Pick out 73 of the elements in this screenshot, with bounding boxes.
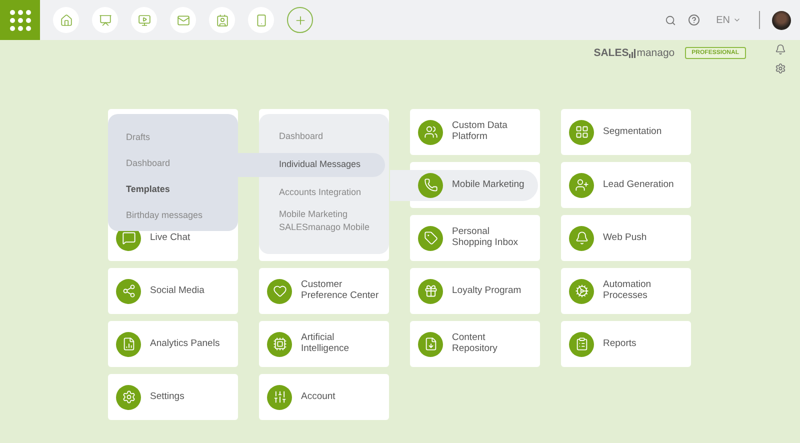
module-icon — [569, 172, 594, 198]
module-icon — [116, 384, 141, 410]
add-button[interactable] — [287, 7, 313, 33]
module-tile[interactable]: Social Media — [108, 268, 238, 314]
brand-name: SALES — [594, 47, 629, 59]
module-icon — [418, 332, 443, 356]
logo-bars-icon — [628, 48, 637, 58]
module-tile[interactable]: Artificial Intelligence — [259, 321, 389, 367]
home-icon — [60, 14, 72, 26]
module-tile[interactable]: Custom Data Platform — [410, 109, 540, 155]
notifications-icon[interactable] — [774, 44, 786, 55]
module-label: Analytics Panels — [150, 338, 220, 350]
module-label: Mobile Marketing — [452, 180, 524, 190]
submenu-item[interactable]: Individual Messages — [238, 153, 385, 177]
mail-icon — [176, 14, 190, 26]
nav-button[interactable] — [170, 7, 196, 33]
brand-name: manago — [636, 47, 675, 59]
module-label: Social Media — [150, 286, 204, 296]
module-tile[interactable]: Content Repository — [410, 321, 540, 367]
nav-button[interactable] — [248, 7, 274, 33]
module-icon — [418, 226, 443, 250]
module-label: Settings — [150, 392, 184, 402]
module-icon — [569, 332, 594, 356]
module-tile[interactable]: Account — [259, 374, 389, 420]
module-tile[interactable]: Automation Processes — [561, 268, 691, 314]
contact-card-icon — [216, 14, 228, 26]
caret-icon — [733, 16, 741, 24]
nav-button[interactable] — [92, 7, 118, 33]
user-avatar[interactable] — [772, 10, 791, 30]
plus-icon — [294, 14, 306, 26]
apps-menu-button[interactable] — [0, 0, 40, 40]
nav-button[interactable] — [131, 7, 157, 33]
module-tile[interactable]: Customer Preference Center — [259, 268, 389, 314]
settings-icon[interactable] — [774, 63, 786, 74]
nav-button[interactable] — [53, 7, 79, 33]
module-label: Lead Generation — [603, 180, 674, 190]
module-tile[interactable]: Segmentation — [561, 109, 691, 155]
module-icon — [267, 384, 292, 410]
help-icon[interactable] — [688, 14, 700, 26]
module-icon — [569, 120, 594, 144]
module-icon — [569, 226, 594, 250]
module-label: Customer Preference Center — [301, 280, 380, 302]
module-tile[interactable]: Personal Shopping Inbox — [410, 215, 540, 261]
module-label: Artificial Intelligence — [301, 333, 350, 355]
module-label: Segmentation — [603, 126, 662, 138]
module-tile[interactable]: Loyalty Program — [410, 268, 540, 314]
module-tile[interactable]: Analytics Panels — [108, 321, 238, 367]
module-icon — [569, 278, 594, 304]
module-label: Live Chat — [150, 232, 190, 244]
module-label: Web Push — [603, 232, 647, 244]
submenu-item[interactable]: Templates — [108, 176, 238, 202]
module-icon — [418, 120, 443, 144]
module-icon — [418, 278, 443, 304]
module-icon — [267, 278, 292, 304]
smartphone-icon — [254, 14, 268, 26]
module-label: Account — [301, 392, 336, 402]
module-label: Reports — [603, 338, 636, 350]
module-icon — [267, 332, 292, 356]
module-label: Personal Shopping Inbox — [452, 227, 520, 249]
module-label: Content Repository — [452, 333, 498, 355]
search-icon[interactable] — [665, 14, 676, 26]
module-label: Automation Processes — [603, 280, 652, 302]
module-label: Custom Data Platform — [452, 121, 508, 143]
module-tile[interactable]: Reports — [561, 321, 691, 367]
module-icon — [116, 332, 141, 356]
module-label: Loyalty Program — [452, 286, 522, 296]
module-tile[interactable]: Settings — [108, 374, 238, 420]
module-tile[interactable]: Lead Generation — [561, 162, 691, 208]
module-icon — [116, 278, 141, 304]
module-tile[interactable]: Web Push — [561, 215, 691, 261]
presentation-icon — [98, 14, 112, 26]
monitor-play-icon — [138, 14, 150, 26]
nav-button[interactable] — [209, 7, 235, 33]
